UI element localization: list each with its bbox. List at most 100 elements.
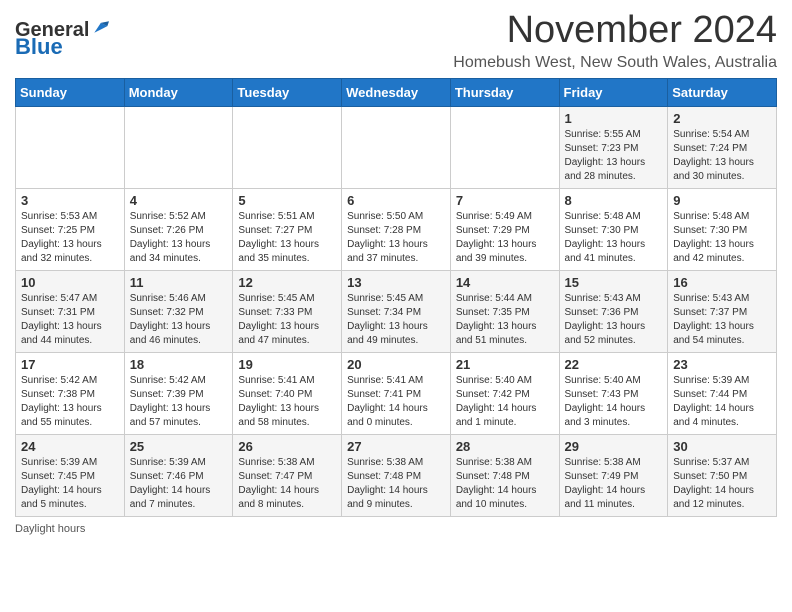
- col-sunday: Sunday: [16, 78, 125, 106]
- calendar-cell: 7 Sunrise: 5:49 AM Sunset: 7:29 PM Daylig…: [450, 188, 559, 270]
- day-number: 7: [456, 193, 554, 208]
- calendar-cell: 14Sunrise: 5:44 AM Sunset: 7:35 PM Dayli…: [450, 270, 559, 352]
- calendar-cell: [342, 106, 451, 188]
- month-title: November 2024: [453, 10, 777, 52]
- day-number: 19: [238, 357, 336, 372]
- day-number: 22: [565, 357, 663, 372]
- day-number: 18: [130, 357, 228, 372]
- day-number: 11: [130, 275, 228, 290]
- day-info: Sunrise: 5:41 AM Sunset: 7:41 PM Dayligh…: [347, 374, 445, 430]
- calendar-cell: 4Sunrise: 5:52 AM Sunset: 7:26 PM Daylig…: [124, 188, 233, 270]
- col-saturday: Saturday: [668, 78, 777, 106]
- calendar-cell: 3Sunrise: 5:53 AM Sunset: 7:25 PM Daylig…: [16, 188, 125, 270]
- calendar-cell: 20 Sunrise: 5:41 AM Sunset: 7:41 PM Dayli…: [342, 352, 451, 434]
- day-info: Sunrise: 5:54 AM Sunset: 7:24 PM Dayligh…: [673, 128, 771, 184]
- calendar-cell: 25Sunrise: 5:39 AM Sunset: 7:46 PM Dayli…: [124, 434, 233, 516]
- day-number: 17: [21, 357, 119, 372]
- calendar-cell: 30Sunrise: 5:37 AM Sunset: 7:50 PM Dayli…: [668, 434, 777, 516]
- day-info: Sunrise: 5:43 AM Sunset: 7:37 PM Dayligh…: [673, 292, 771, 348]
- day-info: Sunrise: 5:38 AM Sunset: 7:47 PM Dayligh…: [238, 456, 336, 512]
- calendar-cell: [450, 106, 559, 188]
- title-block: November 2024 Homebush West, New South W…: [453, 10, 777, 72]
- logo-blue: Blue: [15, 36, 63, 58]
- calendar-cell: 26 Sunrise: 5:38 AM Sunset: 7:47 PM Dayli…: [233, 434, 342, 516]
- calendar-cell: 8Sunrise: 5:48 AM Sunset: 7:30 PM Daylig…: [559, 188, 668, 270]
- calendar-week-4: 17 Sunrise: 5:42 AM Sunset: 7:38 PM Dayli…: [16, 352, 777, 434]
- calendar-cell: 2 Sunrise: 5:54 AM Sunset: 7:24 PM Daylig…: [668, 106, 777, 188]
- day-info: Sunrise: 5:38 AM Sunset: 7:48 PM Dayligh…: [347, 456, 445, 512]
- day-number: 2: [673, 111, 771, 126]
- day-info: Sunrise: 5:50 AM Sunset: 7:28 PM Dayligh…: [347, 210, 445, 266]
- day-info: Sunrise: 5:43 AM Sunset: 7:36 PM Dayligh…: [565, 292, 663, 348]
- calendar-cell: 6 Sunrise: 5:50 AM Sunset: 7:28 PM Daylig…: [342, 188, 451, 270]
- day-number: 16: [673, 275, 771, 290]
- day-info: Sunrise: 5:46 AM Sunset: 7:32 PM Dayligh…: [130, 292, 228, 348]
- day-number: 6: [347, 193, 445, 208]
- col-monday: Monday: [124, 78, 233, 106]
- calendar-week-1: 1 Sunrise: 5:55 AM Sunset: 7:23 PM Daylig…: [16, 106, 777, 188]
- day-info: Sunrise: 5:48 AM Sunset: 7:30 PM Dayligh…: [673, 210, 771, 266]
- day-info: Sunrise: 5:49 AM Sunset: 7:29 PM Dayligh…: [456, 210, 554, 266]
- header: General Blue November 2024 Homebush West…: [15, 10, 777, 72]
- calendar-cell: 21 Sunrise: 5:40 AM Sunset: 7:42 PM Dayli…: [450, 352, 559, 434]
- calendar-cell: 29Sunrise: 5:38 AM Sunset: 7:49 PM Dayli…: [559, 434, 668, 516]
- calendar-table: Sunday Monday Tuesday Wednesday Thursday…: [15, 78, 777, 517]
- day-info: Sunrise: 5:45 AM Sunset: 7:34 PM Dayligh…: [347, 292, 445, 348]
- logo-bird-icon: [91, 18, 109, 36]
- day-info: Sunrise: 5:42 AM Sunset: 7:38 PM Dayligh…: [21, 374, 119, 430]
- day-info: Sunrise: 5:42 AM Sunset: 7:39 PM Dayligh…: [130, 374, 228, 430]
- day-number: 23: [673, 357, 771, 372]
- day-number: 27: [347, 439, 445, 454]
- day-number: 20: [347, 357, 445, 372]
- col-thursday: Thursday: [450, 78, 559, 106]
- day-info: Sunrise: 5:44 AM Sunset: 7:35 PM Dayligh…: [456, 292, 554, 348]
- calendar-cell: 5 Sunrise: 5:51 AM Sunset: 7:27 PM Daylig…: [233, 188, 342, 270]
- header-row: Sunday Monday Tuesday Wednesday Thursday…: [16, 78, 777, 106]
- day-number: 15: [565, 275, 663, 290]
- footer-note: Daylight hours: [15, 523, 777, 535]
- day-number: 26: [238, 439, 336, 454]
- calendar-cell: 17 Sunrise: 5:42 AM Sunset: 7:38 PM Dayli…: [16, 352, 125, 434]
- calendar-cell: 10Sunrise: 5:47 AM Sunset: 7:31 PM Dayli…: [16, 270, 125, 352]
- day-number: 21: [456, 357, 554, 372]
- day-info: Sunrise: 5:40 AM Sunset: 7:42 PM Dayligh…: [456, 374, 554, 430]
- col-wednesday: Wednesday: [342, 78, 451, 106]
- day-number: 5: [238, 193, 336, 208]
- col-friday: Friday: [559, 78, 668, 106]
- day-number: 9: [673, 193, 771, 208]
- day-number: 28: [456, 439, 554, 454]
- calendar-cell: 15 Sunrise: 5:43 AM Sunset: 7:36 PM Dayli…: [559, 270, 668, 352]
- day-info: Sunrise: 5:51 AM Sunset: 7:27 PM Dayligh…: [238, 210, 336, 266]
- calendar-cell: 1 Sunrise: 5:55 AM Sunset: 7:23 PM Daylig…: [559, 106, 668, 188]
- location-subtitle: Homebush West, New South Wales, Australi…: [453, 54, 777, 72]
- day-info: Sunrise: 5:52 AM Sunset: 7:26 PM Dayligh…: [130, 210, 228, 266]
- day-number: 10: [21, 275, 119, 290]
- calendar-cell: 19Sunrise: 5:41 AM Sunset: 7:40 PM Dayli…: [233, 352, 342, 434]
- calendar-week-3: 10Sunrise: 5:47 AM Sunset: 7:31 PM Dayli…: [16, 270, 777, 352]
- calendar-week-2: 3Sunrise: 5:53 AM Sunset: 7:25 PM Daylig…: [16, 188, 777, 270]
- day-info: Sunrise: 5:55 AM Sunset: 7:23 PM Dayligh…: [565, 128, 663, 184]
- day-number: 13: [347, 275, 445, 290]
- day-number: 3: [21, 193, 119, 208]
- day-info: Sunrise: 5:39 AM Sunset: 7:45 PM Dayligh…: [21, 456, 119, 512]
- day-number: 8: [565, 193, 663, 208]
- calendar-cell: 22 Sunrise: 5:40 AM Sunset: 7:43 PM Dayli…: [559, 352, 668, 434]
- calendar-cell: [233, 106, 342, 188]
- day-number: 25: [130, 439, 228, 454]
- calendar-cell: 11 Sunrise: 5:46 AM Sunset: 7:32 PM Dayli…: [124, 270, 233, 352]
- day-number: 24: [21, 439, 119, 454]
- day-number: 30: [673, 439, 771, 454]
- day-number: 12: [238, 275, 336, 290]
- calendar-cell: 23Sunrise: 5:39 AM Sunset: 7:44 PM Dayli…: [668, 352, 777, 434]
- calendar-cell: [16, 106, 125, 188]
- day-number: 1: [565, 111, 663, 126]
- calendar-cell: 13 Sunrise: 5:45 AM Sunset: 7:34 PM Dayli…: [342, 270, 451, 352]
- logo: General Blue: [15, 18, 109, 58]
- day-info: Sunrise: 5:38 AM Sunset: 7:49 PM Dayligh…: [565, 456, 663, 512]
- day-info: Sunrise: 5:40 AM Sunset: 7:43 PM Dayligh…: [565, 374, 663, 430]
- calendar-cell: 24 Sunrise: 5:39 AM Sunset: 7:45 PM Dayli…: [16, 434, 125, 516]
- calendar-cell: 28Sunrise: 5:38 AM Sunset: 7:48 PM Dayli…: [450, 434, 559, 516]
- calendar-week-5: 24 Sunrise: 5:39 AM Sunset: 7:45 PM Dayli…: [16, 434, 777, 516]
- calendar-cell: 27 Sunrise: 5:38 AM Sunset: 7:48 PM Dayli…: [342, 434, 451, 516]
- calendar-cell: 16 Sunrise: 5:43 AM Sunset: 7:37 PM Dayli…: [668, 270, 777, 352]
